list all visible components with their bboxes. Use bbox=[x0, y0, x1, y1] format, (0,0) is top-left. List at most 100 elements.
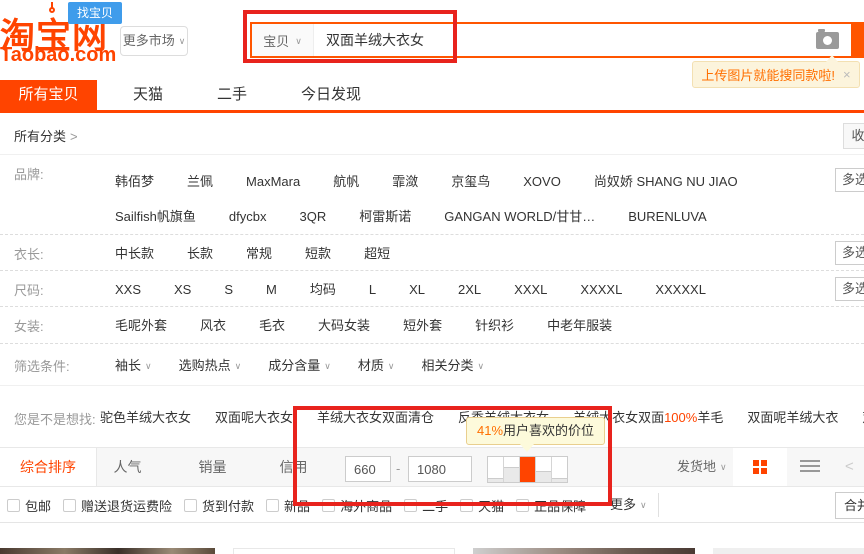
filter-option[interactable]: 3QR bbox=[300, 203, 327, 231]
price-histogram-slider[interactable] bbox=[487, 456, 568, 483]
tab-1[interactable]: 天猫 bbox=[115, 80, 181, 110]
breadcrumb[interactable]: 所有分类> bbox=[14, 126, 78, 145]
filter-option[interactable]: 兰佩 bbox=[187, 168, 213, 196]
filter-option[interactable]: 均码 bbox=[310, 276, 336, 304]
suggestion-link[interactable]: 羊绒大衣女双面清仓 bbox=[317, 400, 434, 436]
filter-option[interactable]: 针织衫 bbox=[475, 312, 514, 340]
filter-option[interactable]: 航帆 bbox=[333, 168, 359, 196]
more-markets-button[interactable]: 更多市场 bbox=[120, 26, 188, 56]
histogram-segment[interactable] bbox=[488, 457, 504, 482]
filter-option[interactable]: BURENLUVA bbox=[628, 203, 707, 231]
search-category-select[interactable]: 宝贝 bbox=[252, 24, 314, 56]
camera-search-icon[interactable] bbox=[816, 32, 839, 49]
checkbox[interactable] bbox=[63, 499, 76, 512]
checkbox[interactable] bbox=[322, 499, 335, 512]
tab-0[interactable]: 所有宝贝 bbox=[0, 80, 97, 110]
checkbox[interactable] bbox=[404, 499, 417, 512]
filter-option[interactable]: XXS bbox=[115, 276, 141, 304]
filter-option[interactable]: 毛呢外套 bbox=[115, 312, 167, 340]
filter-option[interactable]: 大码女装 bbox=[318, 312, 370, 340]
suggestion-link[interactable]: 双面呢羊绒大衣 bbox=[747, 400, 838, 436]
filter-option[interactable]: XXXXXL bbox=[655, 276, 706, 304]
filter-option[interactable]: MaxMara bbox=[246, 168, 300, 196]
search-input[interactable]: 双面羊绒大衣女 bbox=[314, 30, 851, 50]
grid-view-button[interactable] bbox=[733, 448, 787, 486]
filter-dropdown[interactable]: 成分含量 bbox=[268, 352, 331, 380]
checkbox[interactable] bbox=[266, 499, 279, 512]
filter-option[interactable]: GANGAN WORLD/甘甘… bbox=[444, 203, 595, 231]
filter-option[interactable]: 2XL bbox=[458, 276, 481, 304]
suggestion-link[interactable]: 双面呢大衣女 bbox=[215, 400, 293, 436]
filter-dropdown[interactable]: 相关分类 bbox=[421, 352, 484, 380]
sort-option[interactable]: 综合排序 bbox=[0, 448, 97, 486]
filter-option[interactable]: 中长款 bbox=[115, 240, 154, 268]
multi-select-button[interactable]: 多选 bbox=[835, 168, 864, 192]
filter-option[interactable]: 中老年服装 bbox=[547, 312, 612, 340]
service-option[interactable]: 新品 bbox=[266, 496, 310, 515]
close-icon[interactable]: × bbox=[843, 67, 851, 82]
filter-option[interactable]: XOVO bbox=[523, 168, 561, 196]
filter-option[interactable]: 短外套 bbox=[403, 312, 442, 340]
filter-dropdown[interactable]: 材质 bbox=[358, 352, 395, 380]
chevron-left-icon[interactable]: < bbox=[845, 448, 854, 486]
price-min-input[interactable] bbox=[345, 456, 391, 482]
checkbox[interactable] bbox=[460, 499, 473, 512]
more-filters-dropdown[interactable]: 更多 bbox=[610, 487, 647, 523]
list-view-icon[interactable] bbox=[800, 460, 820, 474]
price-max-input[interactable] bbox=[408, 456, 472, 482]
service-option[interactable]: 二手 bbox=[404, 496, 448, 515]
filter-option[interactable]: 尚奴娇 SHANG NU JIAO bbox=[594, 168, 738, 196]
service-option[interactable]: 赠送退货运费险 bbox=[63, 496, 172, 515]
histogram-segment[interactable] bbox=[520, 457, 536, 482]
filter-option[interactable]: XXXL bbox=[514, 276, 547, 304]
filter-option[interactable]: 长款 bbox=[187, 240, 213, 268]
histogram-segment[interactable] bbox=[536, 457, 552, 482]
product-card-image[interactable] bbox=[0, 548, 215, 554]
filter-option[interactable]: XXXXL bbox=[580, 276, 622, 304]
checkbox[interactable] bbox=[184, 499, 197, 512]
filter-option[interactable]: 超短 bbox=[364, 240, 390, 268]
filter-option[interactable]: 京玺鸟 bbox=[451, 168, 490, 196]
multi-select-button[interactable]: 多选 bbox=[835, 277, 864, 301]
checkbox[interactable] bbox=[516, 499, 529, 512]
collapse-filters-button[interactable]: 收 bbox=[843, 123, 864, 149]
filter-option[interactable]: M bbox=[266, 276, 277, 304]
product-card-image[interactable] bbox=[713, 548, 864, 554]
filter-dropdown[interactable]: 选购热点 bbox=[179, 352, 242, 380]
filter-option[interactable]: 风衣 bbox=[200, 312, 226, 340]
product-card-image[interactable] bbox=[233, 548, 455, 554]
filter-option[interactable]: 短款 bbox=[305, 240, 331, 268]
filter-option[interactable]: L bbox=[369, 276, 376, 304]
service-option[interactable]: 包邮 bbox=[7, 496, 51, 515]
checkbox[interactable] bbox=[7, 499, 20, 512]
filter-option[interactable]: dfycbx bbox=[229, 203, 267, 231]
sort-option[interactable]: 人气 bbox=[100, 448, 155, 486]
suggestion-link[interactable]: 驼色羊绒大衣女 bbox=[100, 400, 191, 436]
filter-option[interactable]: 毛衣 bbox=[259, 312, 285, 340]
filter-option[interactable]: Sailfish帆旗鱼 bbox=[115, 203, 196, 231]
tab-2[interactable]: 二手 bbox=[199, 80, 265, 110]
sort-option[interactable]: 信用 bbox=[266, 448, 321, 486]
service-option[interactable]: 货到付款 bbox=[184, 496, 254, 515]
taobao-logo-domain[interactable]: Taobao.com bbox=[0, 44, 116, 67]
search-button[interactable] bbox=[853, 22, 864, 58]
find-item-badge[interactable]: 找宝贝 bbox=[68, 2, 122, 24]
sort-option[interactable]: 销量 bbox=[185, 448, 240, 486]
filter-option[interactable]: XS bbox=[174, 276, 191, 304]
histogram-segment[interactable] bbox=[504, 457, 520, 482]
filter-option[interactable]: 韩佰梦 bbox=[115, 168, 154, 196]
filter-option[interactable]: XL bbox=[409, 276, 425, 304]
filter-option[interactable]: 常规 bbox=[246, 240, 272, 268]
service-option[interactable]: 天猫 bbox=[460, 496, 504, 515]
filter-dropdown[interactable]: 袖长 bbox=[115, 352, 152, 380]
filter-option[interactable]: S bbox=[224, 276, 233, 304]
filter-option[interactable]: 柯雷斯诺 bbox=[359, 203, 411, 231]
service-option[interactable]: 正品保障 bbox=[516, 496, 586, 515]
multi-select-button[interactable]: 多选 bbox=[835, 241, 864, 265]
ship-from-dropdown[interactable]: 发货地 bbox=[677, 448, 727, 486]
product-card-image[interactable] bbox=[473, 548, 695, 554]
tab-3[interactable]: 今日发现 bbox=[283, 80, 379, 110]
filter-option[interactable]: 霏潋 bbox=[392, 168, 418, 196]
merge-similar-button[interactable]: 合并 bbox=[835, 492, 864, 519]
histogram-segment[interactable] bbox=[552, 457, 567, 482]
